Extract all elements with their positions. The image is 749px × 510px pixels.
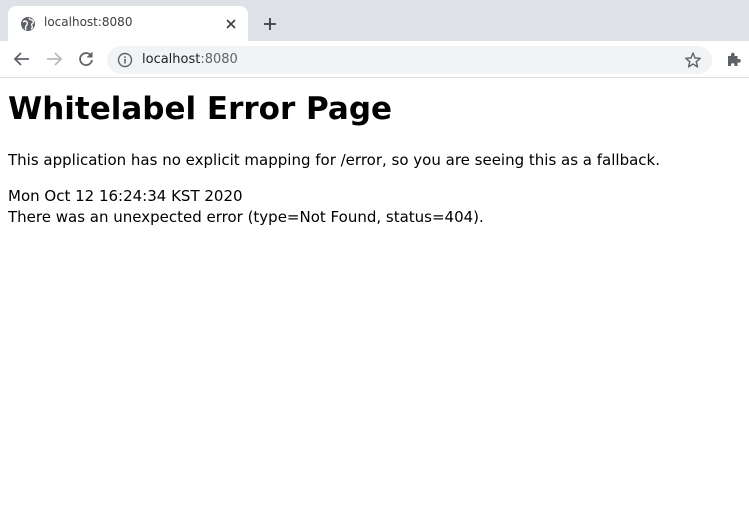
globe-icon: [20, 16, 36, 32]
error-detail: There was an unexpected error (type=Not …: [8, 208, 484, 226]
url-host: localhost: [142, 52, 201, 67]
info-icon[interactable]: [117, 52, 133, 68]
close-icon[interactable]: [222, 15, 240, 33]
plus-icon[interactable]: [259, 13, 281, 35]
back-arrow-icon[interactable]: [10, 47, 34, 71]
error-message: This application has no explicit mapping…: [8, 151, 660, 169]
star-icon[interactable]: [684, 51, 702, 69]
reload-icon[interactable]: [74, 47, 98, 71]
error-timestamp: Mon Oct 12 16:24:34 KST 2020: [8, 187, 243, 205]
puzzle-icon[interactable]: [724, 50, 744, 70]
page-title: Whitelabel Error Page: [8, 91, 393, 127]
address-bar[interactable]: localhost:8080: [107, 46, 712, 74]
url-port: :8080: [200, 52, 238, 67]
url-text[interactable]: localhost:8080: [142, 52, 238, 67]
browser-toolbar: localhost:8080: [0, 41, 749, 78]
active-tab[interactable]: localhost:8080: [8, 6, 248, 41]
tab-title: localhost:8080: [44, 15, 133, 29]
page-content: Whitelabel Error Page This application h…: [8, 78, 741, 228]
forward-arrow-icon[interactable]: [42, 47, 66, 71]
tab-strip: localhost:8080: [0, 0, 749, 41]
